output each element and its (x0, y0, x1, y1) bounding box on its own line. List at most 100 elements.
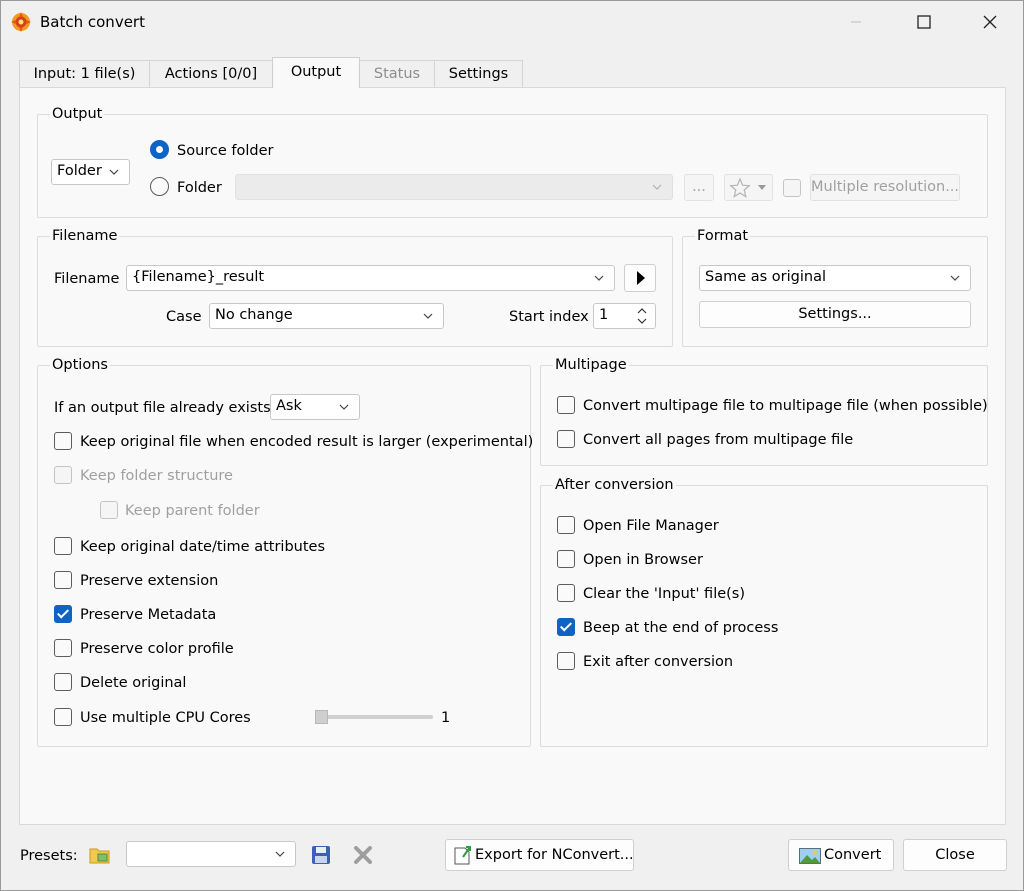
filename-group-label: Filename (50, 227, 120, 245)
output-mode-select[interactable]: Folder (51, 159, 130, 185)
export-icon (454, 846, 471, 865)
convert-multipage-checkbox[interactable] (557, 396, 575, 414)
output-group-label: Output (50, 105, 105, 123)
batch-convert-window: Batch convert Input: 1 file(s) Actions [… (0, 0, 1024, 891)
keep-datetime-label: Keep original date/time attributes (80, 539, 325, 555)
chevron-down-icon (275, 851, 285, 857)
delete-original-checkbox[interactable] (54, 673, 72, 691)
save-preset-icon[interactable] (311, 845, 331, 865)
close-window-button[interactable] (967, 1, 1013, 43)
minimize-button[interactable] (833, 1, 879, 43)
clear-input-checkbox[interactable] (557, 584, 575, 602)
tab-actions[interactable]: Actions [0/0] (149, 60, 273, 87)
format-group: Format Same as original Settings... (682, 227, 988, 347)
cpu-cores-slider-track[interactable] (315, 715, 433, 719)
use-multiple-cpu-checkbox[interactable] (54, 708, 72, 726)
cpu-cores-value: 1 (441, 710, 451, 726)
folder-radio[interactable] (150, 177, 169, 196)
keep-original-larger-checkbox[interactable] (54, 432, 72, 450)
spin-down-icon[interactable] (637, 317, 647, 325)
preserve-metadata-label: Preserve Metadata (80, 607, 217, 623)
start-index-spinbox[interactable]: 1 (593, 303, 656, 329)
preserve-metadata-checkbox[interactable] (54, 605, 72, 623)
convert-all-pages-checkbox[interactable] (557, 430, 575, 448)
preserve-extension-label: Preserve extension (80, 573, 219, 589)
output-mode-value: Folder (57, 163, 102, 179)
convert-label: Convert (824, 847, 882, 863)
start-index-value: 1 (599, 307, 609, 323)
after-conversion-group: After conversion Open File Manager Open … (540, 476, 988, 747)
favorites-button (724, 174, 773, 201)
chevron-down-icon (423, 313, 433, 319)
format-group-label: Format (695, 227, 751, 245)
open-in-browser-label: Open in Browser (583, 552, 703, 568)
after-conversion-group-label: After conversion (553, 476, 676, 494)
play-arrow-icon (637, 271, 645, 285)
tab-output[interactable]: Output (272, 57, 360, 88)
export-nconvert-button[interactable]: Export for NConvert... (445, 839, 634, 871)
browse-folder-button: ... (684, 174, 714, 201)
if-exists-select[interactable]: Ask (270, 394, 360, 420)
keep-parent-folder-label: Keep parent folder (125, 503, 260, 519)
minimize-icon (851, 21, 861, 23)
beep-checkbox[interactable] (557, 618, 575, 636)
case-label: Case (166, 309, 202, 325)
chevron-down-icon (109, 169, 119, 175)
bottom-bar: Presets: Export for NConvert... Convert … (1, 829, 1023, 885)
filename-insert-button[interactable] (624, 264, 656, 292)
cpu-cores-slider-thumb[interactable] (315, 710, 328, 724)
convert-button[interactable]: Convert (788, 839, 894, 871)
export-nconvert-label: Export for NConvert... (475, 847, 634, 863)
star-icon (729, 178, 751, 198)
source-folder-radio[interactable] (150, 140, 169, 159)
dropdown-arrow-icon (758, 185, 766, 190)
window-title: Batch convert (40, 13, 145, 31)
keep-original-larger-label: Keep original file when encoded result i… (80, 434, 534, 450)
open-in-browser-checkbox[interactable] (557, 550, 575, 568)
multiple-resolution-button: Multiple resolution... (810, 174, 960, 201)
source-folder-label: Source folder (177, 143, 274, 159)
close-button[interactable]: Close (903, 839, 1007, 871)
keep-datetime-checkbox[interactable] (54, 537, 72, 555)
format-value: Same as original (705, 269, 826, 285)
folder-path-input (235, 174, 673, 200)
tab-input[interactable]: Input: 1 file(s) (19, 60, 150, 87)
filename-pattern-input[interactable]: {Filename}_result (126, 265, 615, 291)
chevron-down-icon (652, 184, 662, 190)
filename-group: Filename Filename {Filename}_result Case… (37, 227, 673, 347)
tab-settings[interactable]: Settings (434, 60, 523, 87)
exit-after-label: Exit after conversion (583, 654, 734, 670)
preserve-color-profile-checkbox[interactable] (54, 639, 72, 657)
exit-after-checkbox[interactable] (557, 652, 575, 670)
presets-select[interactable] (126, 841, 296, 867)
open-file-manager-label: Open File Manager (583, 518, 719, 534)
case-select[interactable]: No change (209, 303, 444, 329)
image-icon (799, 848, 821, 864)
chevron-down-icon (594, 275, 604, 281)
title-bar: Batch convert (1, 1, 1023, 43)
options-group: Options If an output file already exists… (37, 356, 534, 747)
clear-input-label: Clear the 'Input' file(s) (583, 586, 746, 602)
open-file-manager-checkbox[interactable] (557, 516, 575, 534)
if-exists-label: If an output file already exists (54, 400, 271, 416)
close-icon (983, 15, 997, 29)
keep-folder-structure-label: Keep folder structure (80, 468, 233, 484)
case-value: No change (215, 307, 293, 323)
multiple-resolution-checkbox (783, 179, 801, 197)
chevron-down-icon (950, 275, 960, 281)
maximize-button[interactable] (901, 1, 947, 43)
xnview-app-icon (11, 12, 31, 32)
tab-status: Status (359, 60, 435, 87)
spin-up-icon[interactable] (637, 307, 647, 315)
delete-preset-icon[interactable] (353, 846, 373, 864)
delete-original-label: Delete original (80, 675, 187, 691)
open-folder-icon[interactable] (89, 845, 111, 865)
output-tab-panel: Output Folder Source folder Folder ... M… (19, 87, 1006, 825)
chevron-down-icon (339, 404, 349, 410)
presets-label: Presets: (20, 848, 78, 864)
start-index-label: Start index (509, 309, 589, 325)
format-select[interactable]: Same as original (699, 265, 971, 291)
multipage-group: Multipage Convert multipage file to mult… (540, 356, 988, 466)
format-settings-button[interactable]: Settings... (699, 301, 971, 328)
preserve-extension-checkbox[interactable] (54, 571, 72, 589)
